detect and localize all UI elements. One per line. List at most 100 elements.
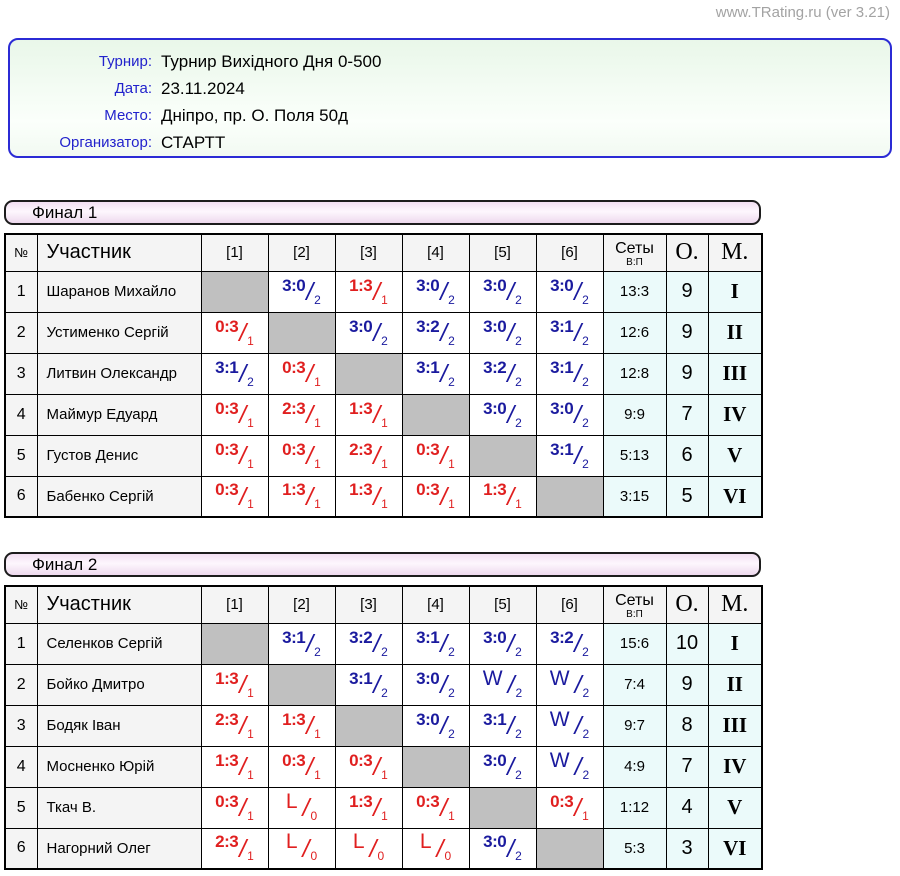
score-points: 2 (314, 645, 321, 659)
score-slash: / (239, 362, 246, 387)
match-result: 0:3/1 (268, 435, 335, 476)
score-slash: / (373, 444, 380, 469)
score-value: 3:1 (349, 669, 372, 689)
score-points: 1 (314, 375, 321, 389)
match-result: 3:1/2 (335, 664, 402, 705)
points-value: 7 (666, 394, 708, 435)
score-value: 3:0 (349, 317, 372, 337)
cell-number: 2 (5, 664, 37, 705)
score-points: 1 (247, 768, 254, 782)
col-header-points: О. (666, 234, 708, 271)
score-slash: / (306, 485, 313, 510)
sets-score: 4:9 (603, 746, 666, 787)
score-value: 3:0 (282, 276, 305, 296)
score-value: 3:2 (349, 628, 372, 648)
score-slash: / (306, 632, 313, 657)
score-slash: / (440, 714, 447, 739)
score-slash: / (574, 632, 581, 657)
match-result: 0:3/1 (201, 787, 268, 828)
participant-name: Устименко Сергій (37, 312, 201, 353)
score-value: 1:3 (282, 480, 305, 500)
match-result (536, 476, 603, 517)
score-slash: / (373, 796, 380, 821)
col-header-number: № (5, 234, 37, 271)
score-points: 2 (448, 334, 455, 348)
score-points: 0 (310, 849, 317, 863)
table-row: 6Бабенко Сергій0:3/11:3/11:3/10:3/11:3/1… (5, 476, 762, 517)
section-title: Финал 1 (32, 203, 97, 222)
match-score: 0:3/1 (349, 754, 388, 779)
score-points: 2 (582, 645, 589, 659)
match-score: 1:3/1 (349, 795, 388, 820)
sets-score: 5:3 (603, 828, 666, 869)
match-score: 2:3/1 (349, 443, 388, 468)
match-score: 1:3/1 (282, 484, 321, 509)
sets-score: 7:4 (603, 664, 666, 705)
col-header-participant: Участник (37, 234, 201, 271)
score-slash: / (373, 485, 380, 510)
sets-header-main: Сеты (604, 240, 666, 257)
score-points: 1 (582, 809, 589, 823)
score-slash: / (440, 673, 447, 698)
score-value: 0:3 (215, 399, 238, 419)
match-score: W/2 (483, 672, 522, 697)
score-value: 3:1 (282, 628, 305, 648)
table-row: 3Литвин Олександр3:1/20:3/13:1/23:2/23:1… (5, 353, 762, 394)
match-score: 3:0/2 (483, 631, 522, 656)
match-score: 0:3/1 (550, 795, 589, 820)
match-result: 3:1/2 (201, 353, 268, 394)
section-title-bar: Финал 2 (4, 552, 761, 577)
match-score: 3:0/2 (416, 672, 455, 697)
score-value: 3:2 (550, 628, 573, 648)
match-result: 3:0/2 (536, 271, 603, 312)
col-header-participant: Участник (37, 586, 201, 623)
score-points: 1 (381, 768, 388, 782)
place-value: III (708, 353, 762, 394)
match-score: 3:2/2 (550, 631, 589, 656)
match-result: 3:2/2 (402, 312, 469, 353)
score-points: 2 (515, 645, 522, 659)
score-slash: / (373, 321, 380, 346)
match-score: 2:3/1 (215, 713, 254, 738)
match-score: W/2 (550, 672, 589, 697)
match-result: L/0 (402, 828, 469, 869)
place-value: V (708, 435, 762, 476)
score-points: 1 (515, 497, 522, 511)
cell-number: 3 (5, 353, 37, 394)
score-value: 3:1 (416, 628, 439, 648)
score-slash: / (574, 362, 581, 387)
score-points: 1 (381, 416, 388, 430)
match-score: 2:3/1 (282, 402, 321, 427)
match-score: 0:3/1 (282, 443, 321, 468)
points-value: 8 (666, 705, 708, 746)
match-score: 3:0/2 (483, 836, 522, 861)
match-result: 2:3/1 (335, 435, 402, 476)
participant-name: Густов Денис (37, 435, 201, 476)
score-points: 1 (448, 497, 455, 511)
score-points: 2 (515, 727, 522, 741)
points-value: 3 (666, 828, 708, 869)
match-result: 3:0/2 (402, 705, 469, 746)
score-points: 2 (247, 375, 254, 389)
score-slash: / (306, 444, 313, 469)
match-result: W/2 (536, 705, 603, 746)
score-points: 2 (582, 375, 589, 389)
score-points: 2 (515, 849, 522, 863)
match-result (402, 746, 469, 787)
score-value: 1:3 (215, 751, 238, 771)
score-value: 3:0 (550, 399, 573, 419)
match-score: 3:1/2 (483, 713, 522, 738)
match-result (402, 394, 469, 435)
score-slash: / (575, 673, 582, 698)
match-score: 0:3/1 (416, 484, 455, 509)
score-value: 1:3 (349, 792, 372, 812)
participant-name: Ткач В. (37, 787, 201, 828)
place-value: III (708, 705, 762, 746)
score-value: W (550, 708, 570, 732)
info-value: Турнир Вихідного Дня 0-500 (161, 48, 381, 75)
score-value: 0:3 (282, 358, 305, 378)
participant-name: Бойко Дмитро (37, 664, 201, 705)
score-value: 3:2 (416, 317, 439, 337)
match-result: 1:3/1 (335, 476, 402, 517)
sets-score: 12:6 (603, 312, 666, 353)
